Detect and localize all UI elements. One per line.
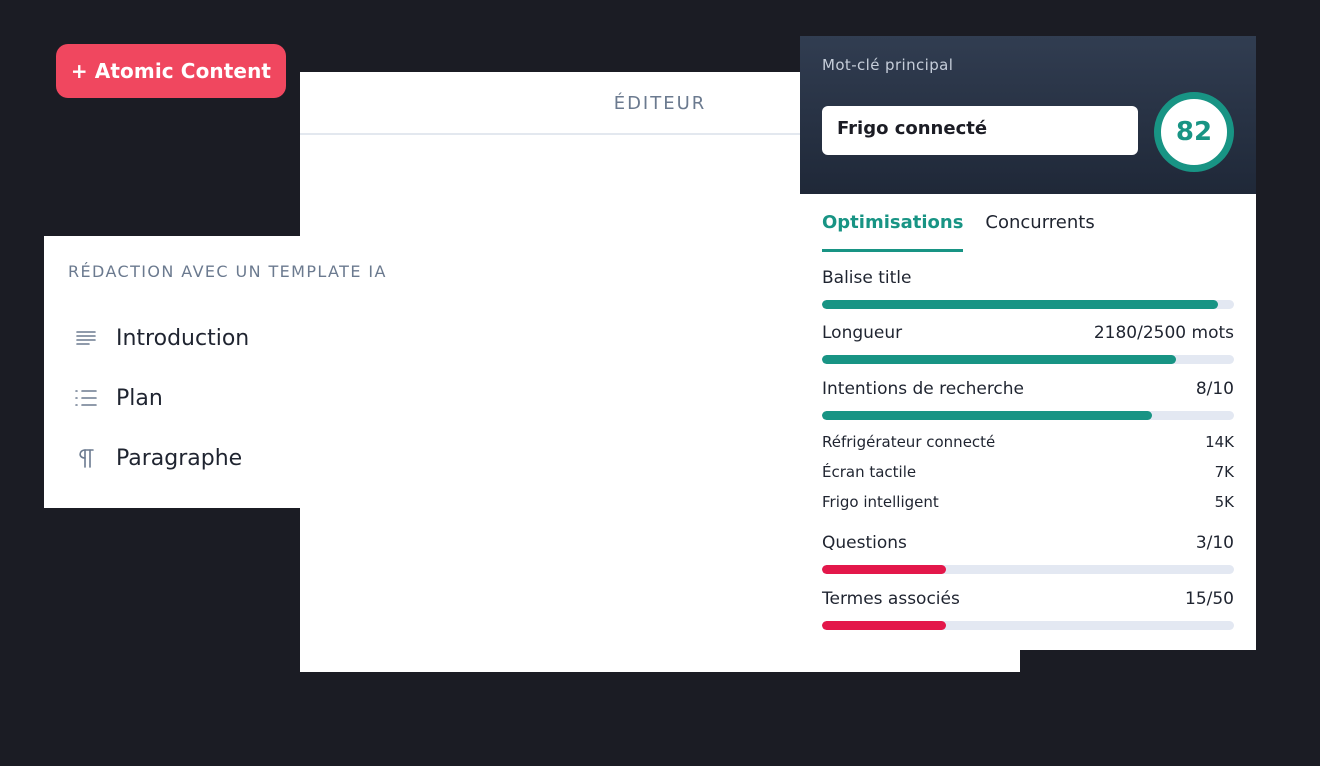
template-item-label: Introduction (116, 325, 250, 351)
metric-value: 2180/2500 mots (1093, 323, 1234, 343)
sub-label: Écran tactile (822, 463, 917, 481)
metric-balise-title: Balise title (822, 266, 1234, 321)
progress-track (822, 411, 1234, 420)
seo-score-badge: 82 (1154, 92, 1234, 172)
seo-tabs: Optimisations Concurrents (822, 208, 1117, 252)
list-item: Frigo intelligent 5K (822, 487, 1234, 517)
tab-optimisations[interactable]: Optimisations (822, 208, 964, 252)
metric-questions: Questions 3/10 (822, 531, 1234, 587)
template-item-paragraphe[interactable]: Paragraphe (72, 438, 249, 478)
align-left-icon (72, 324, 100, 352)
progress-track (822, 300, 1234, 309)
list-item: Réfrigérateur connecté 14K (822, 427, 1234, 457)
list-icon (72, 384, 100, 412)
template-item-plan[interactable]: Plan (72, 378, 249, 418)
metric-value: 8/10 (1195, 379, 1234, 399)
metric-intentions: Intentions de recherche 8/10 Réfrigérate… (822, 377, 1234, 517)
metric-label: Questions (822, 533, 907, 553)
pilcrow-icon (72, 444, 100, 472)
progress-fill (822, 565, 946, 574)
tab-concurrents[interactable]: Concurrents (985, 208, 1094, 252)
progress-track (822, 621, 1234, 630)
metric-termes-associes: Termes associés 15/50 (822, 587, 1234, 630)
template-heading: RÉDACTION AVEC UN TEMPLATE IA (68, 262, 387, 281)
atomic-content-button[interactable]: + Atomic Content (56, 44, 286, 98)
intentions-sublist: Réfrigérateur connecté 14K Écran tactile… (822, 427, 1234, 517)
metric-label: Termes associés (822, 589, 960, 609)
progress-track (822, 565, 1234, 574)
progress-fill (822, 411, 1152, 420)
list-item: Écran tactile 7K (822, 457, 1234, 487)
metric-value: 15/50 (1185, 589, 1234, 609)
template-item-label: Plan (116, 385, 163, 411)
sub-label: Réfrigérateur connecté (822, 433, 996, 451)
progress-track (822, 355, 1234, 364)
sub-value: 5K (1214, 493, 1234, 511)
seo-header: Mot-clé principal Frigo connecté 82 (800, 36, 1256, 194)
metric-longueur: Longueur 2180/2500 mots (822, 321, 1234, 377)
metric-label: Balise title (822, 268, 912, 288)
template-list: Introduction Plan Paragraphe (72, 318, 249, 498)
metric-label: Longueur (822, 323, 903, 343)
template-item-label: Paragraphe (116, 445, 243, 471)
keyword-input[interactable]: Frigo connecté (822, 106, 1138, 155)
editor-title: ÉDITEUR (613, 93, 707, 114)
progress-fill (822, 355, 1177, 364)
sub-value: 14K (1205, 433, 1234, 451)
metrics-list: Balise title Longueur 2180/2500 mots Int… (822, 266, 1234, 630)
keyword-label: Mot-clé principal (822, 56, 954, 74)
progress-fill (822, 621, 946, 630)
metric-value: 3/10 (1195, 533, 1234, 553)
metric-label: Intentions de recherche (822, 379, 1025, 399)
seo-panel: Mot-clé principal Frigo connecté 82 Opti… (800, 36, 1256, 650)
progress-fill (822, 300, 1218, 309)
sub-value: 7K (1214, 463, 1234, 481)
template-item-introduction[interactable]: Introduction (72, 318, 249, 358)
sub-label: Frigo intelligent (822, 493, 939, 511)
